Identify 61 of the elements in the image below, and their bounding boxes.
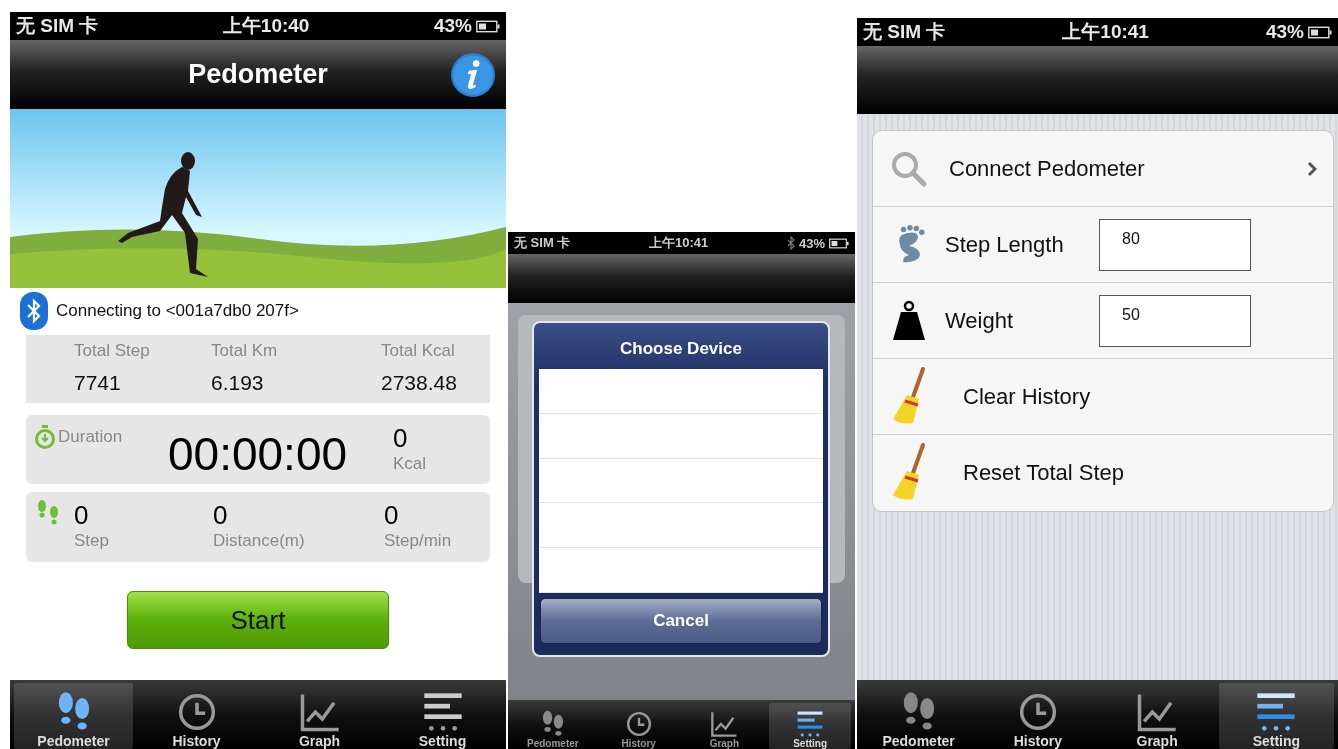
- total-label: Total Km: [211, 341, 279, 361]
- tab[interactable]: Setting: [383, 683, 502, 749]
- settings-row[interactable]: Connect Pedometer: [873, 131, 1333, 207]
- stat-value: 0: [384, 500, 400, 531]
- clock-time: 上午10:41: [649, 234, 709, 252]
- clock-time: 上午10:41: [1062, 20, 1149, 44]
- total-value: 7741: [74, 371, 122, 395]
- battery-percent: 43%: [433, 15, 472, 37]
- tab[interactable]: Graph: [683, 703, 766, 749]
- total-label: Total Step: [74, 341, 151, 361]
- total-value: 2738.48: [381, 371, 457, 395]
- tab[interactable]: Setting: [769, 703, 851, 749]
- settings-row[interactable]: Clear History: [873, 359, 1333, 435]
- stat-label: Distance(m): [213, 531, 306, 551]
- connection-status: Connecting to <001a7db0 207f>: [56, 301, 299, 321]
- total-label: Total Kcal: [381, 341, 456, 361]
- setting-label: Step Length: [945, 231, 1065, 258]
- input-field[interactable]: 80: [1099, 218, 1251, 271]
- battery-percent: 43%: [1265, 21, 1304, 43]
- bluetooth-icon: [786, 236, 795, 250]
- battery-icon: [476, 19, 500, 33]
- stat-value: 0: [74, 500, 90, 531]
- info-icon[interactable]: [450, 52, 496, 98]
- carrier-label: 无 SIM 卡: [16, 14, 99, 38]
- stat-value: 0: [213, 500, 229, 531]
- nav-title: Pedometer: [188, 59, 328, 90]
- chevron-icon: [1307, 160, 1317, 177]
- cancel-button[interactable]: Cancel: [540, 598, 822, 644]
- setting-label: Connect Pedometer: [949, 155, 1145, 182]
- tab[interactable]: History: [980, 683, 1096, 749]
- carrier-label: 无 SIM 卡: [863, 20, 946, 44]
- tab[interactable]: Pedometer: [14, 683, 133, 749]
- start-button[interactable]: Start: [127, 591, 389, 649]
- kcal-label: Kcal: [393, 454, 427, 474]
- duration-time: 00:00:00: [168, 427, 349, 481]
- stat-label: Step: [74, 531, 110, 551]
- dialog-title: Choose Device: [620, 339, 742, 359]
- clock-time: 上午10:40: [222, 14, 310, 38]
- battery-icon: [829, 236, 849, 250]
- setting-label: Weight: [945, 307, 1015, 334]
- footprints-icon: [36, 500, 60, 526]
- setting-label: Reset Total Step: [963, 460, 1125, 486]
- battery-percent: 43%: [798, 235, 825, 251]
- carrier-label: 无 SIM 卡: [514, 234, 571, 252]
- kcal-value: 0: [393, 423, 409, 454]
- input-field[interactable]: 50: [1099, 294, 1251, 347]
- setting-label: Clear History: [963, 383, 1091, 410]
- tab[interactable]: Setting: [1218, 683, 1334, 749]
- tab[interactable]: Pedometer: [861, 683, 977, 749]
- tab[interactable]: Pedometer: [512, 703, 594, 749]
- tab[interactable]: History: [597, 703, 680, 749]
- tab[interactable]: Graph: [260, 683, 379, 749]
- settings-row[interactable]: Reset Total Step: [873, 435, 1333, 511]
- total-value: 6.193: [211, 371, 265, 395]
- tab[interactable]: Graph: [1099, 683, 1215, 749]
- battery-icon: [1308, 25, 1332, 39]
- bluetooth-icon: [20, 292, 48, 330]
- duration-label: Duration: [58, 427, 124, 447]
- stopwatch-icon: [34, 425, 56, 449]
- stat-label: Step/min: [384, 531, 452, 551]
- tab[interactable]: History: [137, 683, 256, 749]
